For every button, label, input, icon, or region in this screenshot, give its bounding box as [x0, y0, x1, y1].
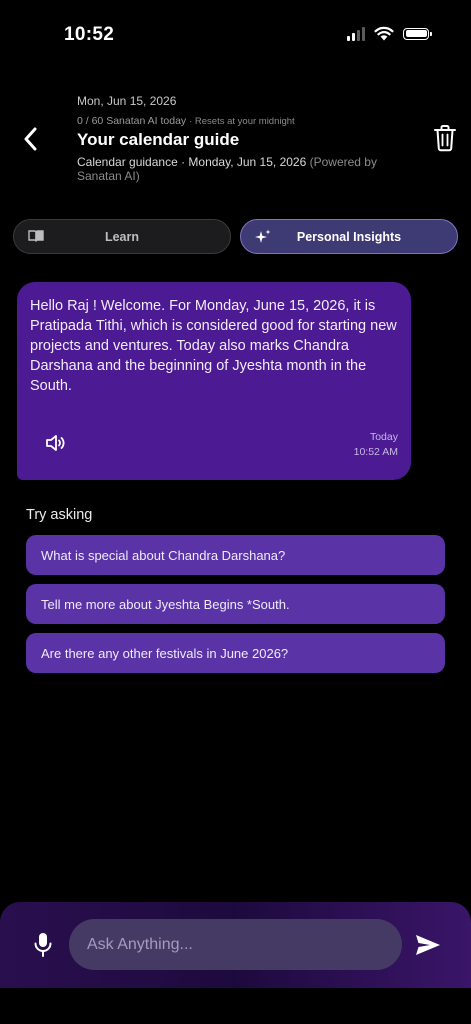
wifi-icon: [374, 26, 394, 41]
message-time: 10:52 AM: [353, 446, 398, 458]
composer-bar: [0, 902, 471, 988]
send-icon[interactable]: [415, 934, 441, 956]
suggestion-chip[interactable]: Tell me more about Jyeshta Begins *South…: [26, 584, 445, 624]
sparkle-icon: [255, 229, 271, 243]
mode-tabs: Learn Personal Insights: [13, 219, 458, 254]
page-title: Your calendar guide: [77, 130, 240, 149]
book-icon: [28, 230, 44, 242]
header: Mon, Jun 15, 2026 0 / 60 Sanatan AI toda…: [0, 86, 471, 196]
status-bar: 10:52: [0, 0, 471, 70]
microphone-icon[interactable]: [32, 932, 54, 958]
message-timestamp: Today 10:52 AM: [354, 430, 398, 460]
back-arrow-icon[interactable]: [18, 124, 44, 154]
usage-quota: 0 / 60 Sanatan AI today · Resets at your…: [77, 115, 397, 127]
tab-personal-insights[interactable]: Personal Insights: [240, 219, 458, 254]
tab-learn-label: Learn: [104, 229, 140, 244]
suggestion-chip[interactable]: What is special about Chandra Darshana?: [26, 535, 445, 575]
screen: 10:52 Mon, Jun 15, 2026 0 / 60 Sanatan A…: [0, 0, 471, 1024]
page-subtitle: Calendar guidance · Monday, Jun 15, 2026…: [77, 155, 397, 183]
trash-icon[interactable]: [433, 124, 457, 152]
ask-input[interactable]: [69, 919, 402, 970]
ai-message-bubble: Hello Raj ! Welcome. For Monday, June 15…: [17, 282, 411, 480]
message-text: Hello Raj ! Welcome. For Monday, June 15…: [30, 298, 397, 394]
message-day: Today: [369, 431, 398, 443]
header-text: Mon, Jun 15, 2026 0 / 60 Sanatan AI toda…: [77, 94, 397, 183]
tab-personal-insights-label: Personal Insights: [296, 229, 402, 244]
quota-count: 0 / 60 Sanatan AI today: [77, 115, 187, 127]
status-icons: [347, 26, 432, 41]
tab-learn[interactable]: Learn: [13, 219, 231, 254]
speaker-icon[interactable]: [45, 432, 67, 454]
suggestions-heading: Try asking: [26, 507, 93, 523]
battery-icon: [403, 27, 432, 40]
cellular-signal-icon: [347, 26, 365, 41]
suggestion-chip[interactable]: Are there any other festivals in June 20…: [26, 633, 445, 673]
header-date: Mon, Jun 15, 2026: [77, 94, 177, 108]
subtitle-text: Calendar guidance · Monday, Jun 15, 2026: [77, 155, 307, 169]
status-time: 10:52: [64, 24, 115, 45]
quota-reset-note: · Resets at your midnight: [189, 116, 295, 127]
